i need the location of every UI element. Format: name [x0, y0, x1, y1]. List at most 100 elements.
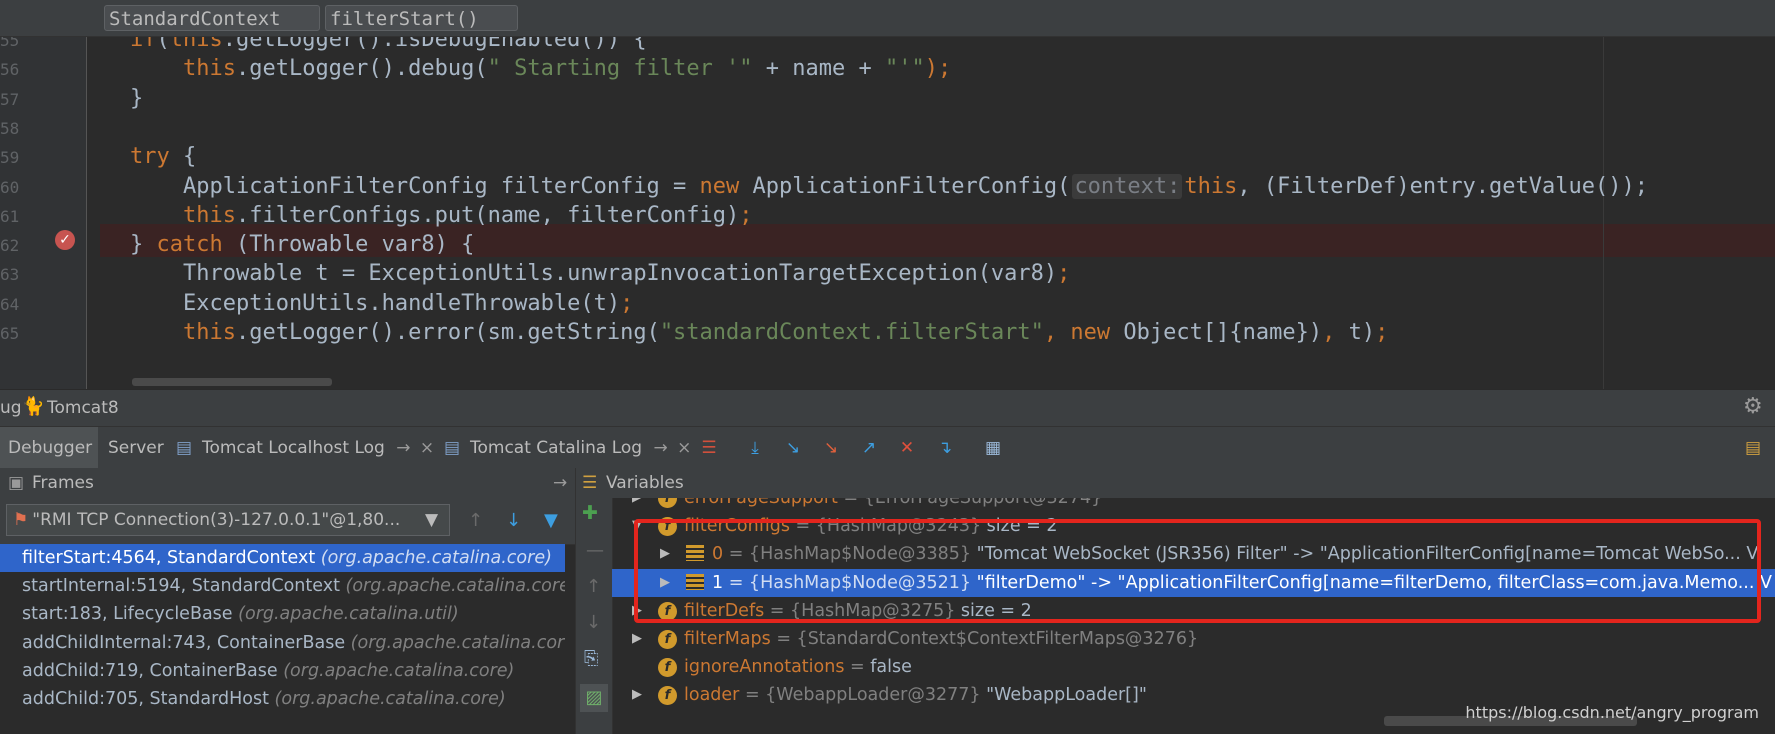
field-icon: f	[658, 498, 677, 508]
variables-label: Variables	[606, 473, 684, 493]
code-token: .filterConfigs.put(name, filterConfig)	[235, 202, 740, 228]
variable-row[interactable]: ▶ f errorPageSupport = {ErrorPageSupport@3…	[612, 498, 1775, 512]
run-config-label: Tomcat8	[47, 398, 119, 418]
line-number[interactable]: 64	[0, 295, 19, 314]
step-into-icon[interactable]: ↘	[780, 436, 806, 460]
code-line[interactable]: Throwable t = ExceptionUtils.unwrapInvoc…	[130, 257, 1070, 290]
watermark-text: https://blog.csdn.net/angry_program	[1465, 703, 1759, 722]
close-icon[interactable]: ×	[677, 438, 691, 458]
code-token: ,	[1043, 320, 1071, 345]
close-icon[interactable]: ×	[420, 438, 434, 458]
code-line[interactable]: }	[130, 82, 143, 115]
line-number[interactable]: 62	[0, 236, 19, 255]
filter-icon[interactable]: ▼	[544, 510, 558, 531]
expand-icon[interactable]: ▶	[632, 681, 642, 709]
line-number[interactable]: 60	[0, 178, 19, 197]
code-token: this	[1184, 173, 1238, 199]
debug-title-prefix: ug	[0, 398, 22, 418]
line-number[interactable]: 59	[0, 148, 19, 167]
code-token: .getLogger().isDebugEnabled()) {	[222, 37, 647, 52]
code-token: .getLogger().debug(	[235, 56, 488, 82]
chevron-down-icon[interactable]: ▼	[425, 505, 438, 535]
code-token: (Throwable var8) {	[222, 232, 475, 258]
variable-value: false	[870, 657, 912, 678]
frame-package: (org.apache.catalina.core)	[350, 632, 565, 653]
code-token: .getLogger().error(sm.getString(	[235, 320, 660, 345]
code-token: t)	[1348, 320, 1376, 345]
variable-ref: = {WebappLoader@3277}	[739, 685, 981, 706]
horizontal-scrollbar[interactable]	[132, 378, 332, 386]
tab-tomcat-localhost-log[interactable]: ▤ Tomcat Localhost Log → ×	[170, 427, 434, 469]
frame-row[interactable]: startInternal:5194, StandardContext (org…	[0, 572, 565, 600]
code-line[interactable]: try {	[130, 140, 196, 173]
line-number[interactable]: 63	[0, 265, 19, 284]
code-token: this	[130, 202, 236, 228]
breadcrumb-method[interactable]: filterStart()	[325, 5, 518, 31]
code-line[interactable]: ExceptionUtils.handleThrowable(t);	[130, 287, 633, 320]
thread-selector[interactable]: ⚑ "RMI TCP Connection(3)-127.0.0.1"@1,80.…	[6, 504, 450, 536]
code-line[interactable]: this.filterConfigs.put(name, filterConfi…	[130, 199, 753, 232]
code-token: }	[130, 232, 157, 258]
pin-icon[interactable]: →	[396, 438, 410, 458]
tab-label: Tomcat Catalina Log	[470, 438, 643, 458]
evaluate-expression-icon[interactable]: ▦	[980, 436, 1006, 460]
tab-tomcat-catalina-log[interactable]: ▤ Tomcat Catalina Log → ×	[438, 427, 691, 469]
pin-icon[interactable]: →	[553, 468, 567, 498]
code-token: this	[130, 56, 236, 82]
run-to-cursor-icon[interactable]: ↴	[932, 436, 958, 460]
up-arrow-icon[interactable]: ↑	[468, 510, 483, 531]
code-token: Throwable t = ExceptionUtils.unwrapInvoc…	[130, 261, 1058, 287]
field-icon: f	[658, 658, 677, 678]
force-step-into-icon[interactable]: ↘	[818, 436, 844, 460]
variable-name: ignoreAnnotations	[684, 657, 845, 678]
frame-row[interactable]: addChildInternal:743, ContainerBase (org…	[0, 629, 565, 657]
step-out-icon[interactable]: ↗	[856, 436, 882, 460]
frame-package: (org.apache.catalina.core)	[345, 576, 565, 597]
line-number[interactable]: 58	[0, 119, 19, 138]
tab-debugger[interactable]: Debugger	[0, 427, 98, 469]
code-line[interactable]: this.getLogger().error(sm.getString("sta…	[130, 316, 1388, 349]
code-line[interactable]: ApplicationFilterConfig filterConfig = n…	[130, 170, 1648, 203]
variable-ref: = {ErrorPageSupport@3274}	[837, 498, 1103, 508]
frame-row[interactable]: filterStart:4564, StandardContext (org.a…	[0, 544, 565, 572]
code-line[interactable]: } catch (Throwable var8) {	[130, 228, 474, 261]
expand-icon[interactable]: ▶	[632, 498, 642, 512]
code-token: ApplicationFilterConfig(	[739, 173, 1071, 199]
tab-server[interactable]: Server	[100, 427, 166, 469]
line-number[interactable]: 55	[0, 37, 19, 50]
line-number[interactable]: 56	[0, 60, 19, 79]
log-icon: ▤	[444, 438, 461, 458]
breadcrumb-class[interactable]: StandardContext	[104, 5, 320, 31]
frame-method: addChildInternal:743, ContainerBase	[22, 632, 346, 653]
line-number[interactable]: 65	[0, 324, 19, 343]
code-editor[interactable]: 55 56 57 58 59 60 61 62 63 64 65 if(this.getLogger…	[0, 37, 1775, 389]
layout-icon[interactable]: ▤	[1740, 436, 1766, 460]
step-over-icon[interactable]: ⤓	[742, 436, 768, 460]
code-token: ;	[1375, 320, 1389, 345]
down-arrow-icon[interactable]: ↓	[506, 510, 521, 531]
variable-row[interactable]: f ignoreAnnotations = false	[612, 653, 1775, 681]
pin-icon[interactable]: →	[653, 438, 667, 458]
code-token: , (FilterDef)entry.getValue());	[1237, 173, 1648, 199]
frame-method: start:183, LifecycleBase	[22, 604, 233, 625]
line-number[interactable]: 61	[0, 207, 19, 226]
frames-label: Frames	[32, 473, 94, 493]
annotation-highlight-box	[634, 519, 1761, 623]
frame-row[interactable]: start:183, LifecycleBase (org.apache.cat…	[0, 600, 565, 628]
frame-row[interactable]: addChild:719, ContainerBase (org.apache.…	[0, 657, 565, 685]
variable-name: errorPageSupport	[684, 498, 838, 508]
code-token: try	[130, 144, 170, 170]
gear-icon[interactable]: ⚙	[1743, 394, 1763, 419]
variable-row[interactable]: ▶ f filterMaps = {StandardContext$ContextF…	[612, 625, 1775, 653]
drop-frame-icon[interactable]: ✕	[894, 436, 920, 460]
show-execution-point-icon[interactable]: ☰	[696, 436, 722, 460]
field-icon: f	[658, 630, 677, 649]
code-token: this	[130, 320, 236, 345]
frame-method: filterStart:4564, StandardContext	[22, 548, 316, 568]
line-number[interactable]: 57	[0, 90, 19, 109]
code-line[interactable]: this.getLogger().debug(" Starting filter…	[130, 52, 951, 85]
expand-icon[interactable]: ▶	[632, 625, 642, 653]
breakpoint-icon[interactable]: ✓	[55, 230, 75, 250]
editor-gutter[interactable]: 55 56 57 58 59 60 61 62 63 64 65	[0, 37, 87, 389]
frame-row[interactable]: addChild:705, StandardHost (org.apache.c…	[0, 685, 565, 713]
